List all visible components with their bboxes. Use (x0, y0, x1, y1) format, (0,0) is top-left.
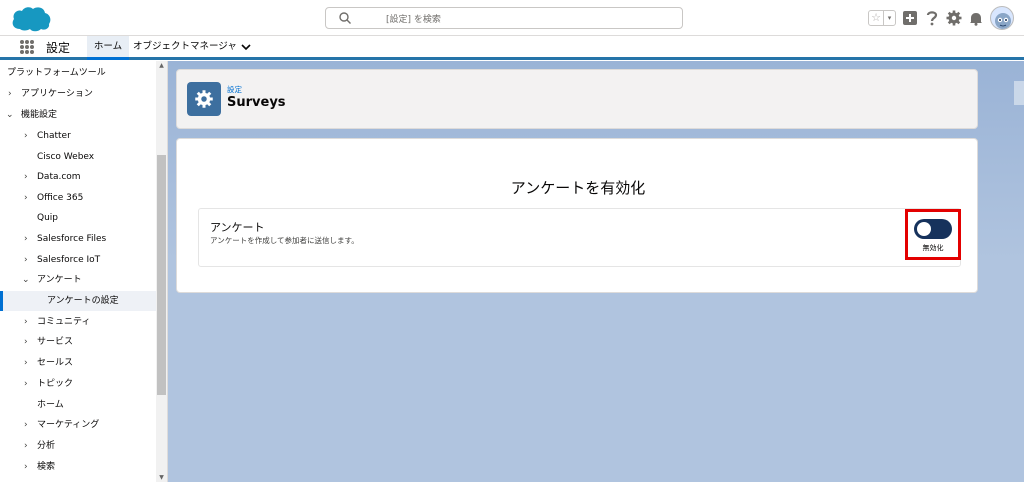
page-header: 設定 Surveys (176, 69, 978, 129)
toggle-highlight-box: 無効化 (905, 209, 961, 260)
chevron-right-icon[interactable]: › (24, 415, 28, 435)
chevron-down-icon[interactable]: ⌄ (22, 270, 30, 290)
chevron-right-icon[interactable]: › (24, 250, 28, 270)
sidebar-item-surveys[interactable]: ⌄ アンケート (0, 270, 156, 290)
sidebar-item-salesforce-files[interactable]: › Salesforce Files (0, 229, 156, 249)
star-icon: ☆ (871, 11, 881, 24)
sidebar-item-marketing[interactable]: › マーケティング (0, 415, 156, 435)
notification-bell-icon[interactable] (968, 10, 984, 26)
chevron-down-icon[interactable] (240, 40, 252, 54)
sidebar-item-survey-settings[interactable]: アンケートの設定 (0, 291, 156, 311)
chevron-right-icon[interactable]: › (24, 374, 28, 394)
chevron-right-icon[interactable]: › (24, 229, 28, 249)
chevron-right-icon[interactable]: › (24, 188, 28, 208)
chevron-down-icon[interactable]: ⌄ (6, 105, 14, 125)
chevron-right-icon[interactable]: › (24, 353, 28, 373)
sidebar-item-salesforce-iot[interactable]: › Salesforce IoT (0, 250, 156, 270)
help-icon[interactable] (924, 10, 940, 26)
search-input[interactable]: [設定] を検索 (325, 7, 683, 29)
scroll-down-icon[interactable]: ▼ (158, 474, 165, 481)
favorites-button[interactable]: ☆ ▾ (868, 10, 896, 26)
setting-description: アンケートを作成して参加者に送信します。 (210, 236, 359, 245)
scroll-up-icon[interactable]: ▲ (158, 62, 165, 69)
sidebar-scroll-thumb[interactable] (157, 155, 166, 395)
sidebar-item-analytics[interactable]: › 分析 (0, 436, 156, 456)
main-content: 設定 Surveys アンケートを有効化 アンケート アンケートを作成して参加者… (168, 61, 1024, 482)
sidebar-item-chatter[interactable]: › Chatter (0, 126, 156, 146)
sidebar-item-sales[interactable]: › セールス (0, 353, 156, 373)
setup-gear-icon (187, 82, 221, 116)
sidebar-item-search[interactable]: › 検索 (0, 457, 156, 477)
sidebar-item-feature-settings[interactable]: ⌄ 機能設定 (0, 105, 156, 125)
sidebar-item-home[interactable]: ホーム (0, 395, 156, 415)
setup-sidebar-tree: プラットフォームツール › アプリケーション ⌄ 機能設定 › Chatter Cis… (0, 61, 168, 482)
chevron-right-icon[interactable]: › (24, 312, 28, 332)
chevron-right-icon[interactable]: › (24, 457, 28, 477)
card-title: アンケートを有効化 (510, 179, 646, 197)
breadcrumb[interactable]: 設定 (227, 84, 242, 95)
search-icon (339, 12, 351, 24)
salesforce-logo[interactable] (10, 5, 52, 33)
app-name: 設定 (46, 41, 71, 55)
chevron-right-icon[interactable]: › (24, 332, 28, 352)
page-title: Surveys (227, 95, 286, 110)
sidebar-item-office-365[interactable]: › Office 365 (0, 188, 156, 208)
settings-card: アンケートを有効化 アンケート アンケートを作成して参加者に送信します。 無効化 (176, 138, 978, 293)
sidebar-item-topics[interactable]: › トピック (0, 374, 156, 394)
sidebar-item-cisco-webex[interactable]: Cisco Webex (0, 147, 156, 167)
survey-setting-row: アンケート アンケートを作成して参加者に送信します。 無効化 (198, 208, 961, 267)
chevron-right-icon[interactable]: › (8, 84, 12, 104)
global-header: [設定] を検索 ☆ ▾ (0, 0, 1024, 36)
user-avatar[interactable] (990, 6, 1014, 30)
sidebar-item-community[interactable]: › コミュニティ (0, 312, 156, 332)
panel-edge-handle[interactable] (1014, 81, 1024, 105)
sidebar-scrollbar[interactable]: ▲ ▼ (156, 61, 167, 482)
setting-label: アンケート (210, 221, 265, 234)
tab-object-manager[interactable]: オブジェクトマネージャ (133, 36, 237, 60)
global-actions-icon[interactable] (902, 10, 918, 26)
toggle-state-label: 無効化 (922, 244, 944, 252)
sidebar-item-quip[interactable]: Quip (0, 208, 156, 228)
app-nav-bar: 設定 ホーム オブジェクトマネージャ (0, 36, 1024, 60)
toggle-knob (917, 222, 931, 236)
sidebar-item-service[interactable]: › サービス (0, 332, 156, 352)
sidebar-item-apps[interactable]: › アプリケーション (0, 84, 156, 104)
tab-home[interactable]: ホーム (87, 36, 129, 60)
sidebar-section-platform-tools: プラットフォームツール (7, 68, 106, 78)
sidebar-item-data-com[interactable]: › Data.com (0, 167, 156, 187)
chevron-right-icon[interactable]: › (24, 436, 28, 456)
app-launcher-icon[interactable] (20, 40, 34, 54)
chevron-right-icon[interactable]: › (24, 167, 28, 187)
search-placeholder: [設定] を検索 (386, 15, 441, 25)
enable-surveys-toggle[interactable] (914, 219, 952, 239)
chevron-right-icon[interactable]: › (24, 126, 28, 146)
chevron-down-icon[interactable]: ▾ (883, 11, 895, 25)
gear-icon[interactable] (946, 10, 962, 26)
